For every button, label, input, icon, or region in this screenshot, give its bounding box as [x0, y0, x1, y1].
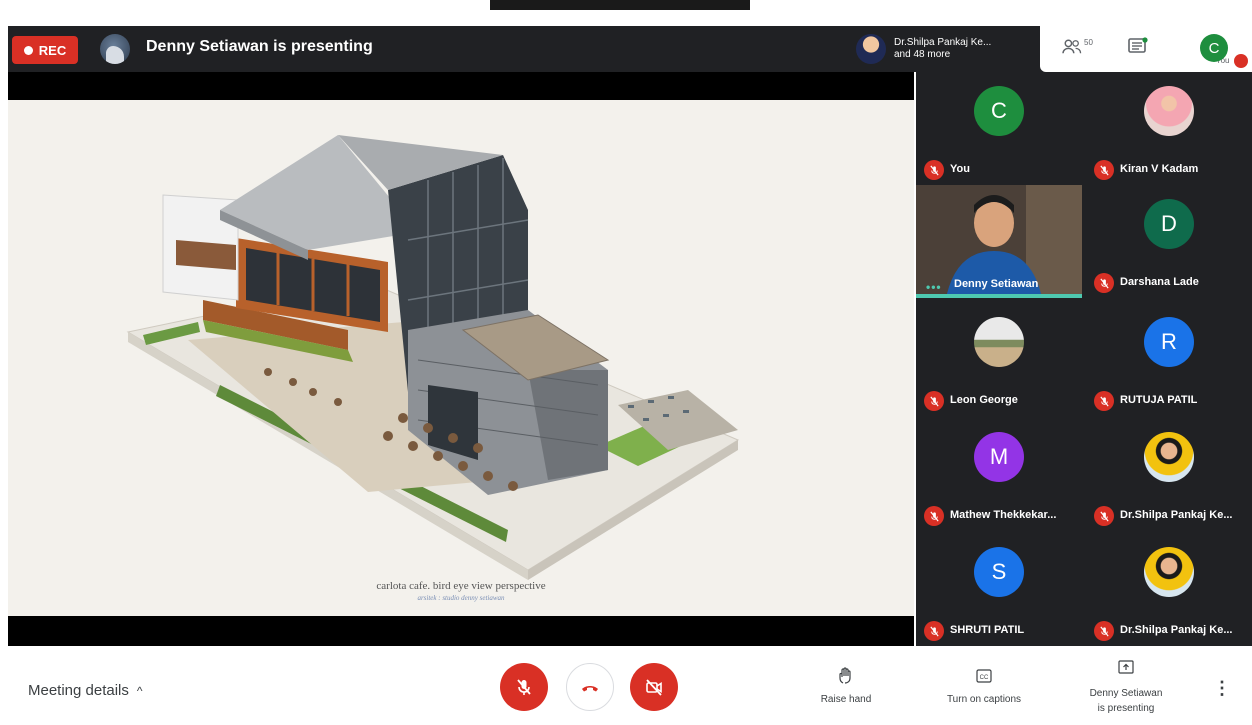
captions-icon: CC: [976, 669, 992, 683]
chevron-up-icon: ^: [136, 683, 143, 698]
rec-label: REC: [38, 42, 67, 58]
people-count: 50: [1084, 38, 1093, 47]
hang-up-icon: [582, 686, 598, 692]
other-participants-summary[interactable]: Dr.Shilpa Pankaj Ke... and 48 more: [852, 28, 1032, 70]
self-muted-icon: [1234, 54, 1248, 68]
captions-button[interactable]: CC Turn on captions: [934, 664, 1034, 705]
participant-avatar: M: [974, 432, 1024, 482]
person-photo-icon: [1144, 547, 1194, 597]
mic-off-icon: [1094, 391, 1114, 411]
participant-tile[interactable]: Leon George: [916, 303, 1082, 416]
landscape-photo-icon: [974, 317, 1024, 367]
presenter-title: Denny Setiawan is presenting: [146, 38, 373, 55]
mic-off-icon: [1094, 273, 1114, 293]
building-rendering: [126, 135, 740, 580]
mic-off-icon: [517, 679, 531, 695]
svg-text:CC: CC: [980, 675, 989, 681]
speaking-indicator-icon: •••: [926, 280, 942, 294]
top-notch: [490, 0, 750, 10]
people-icon[interactable]: [1060, 36, 1084, 58]
slide-caption: carlota cafe. bird eye view perspective: [376, 580, 546, 592]
present-screen-icon: [1118, 660, 1134, 674]
participants-grid: C You Kiran V Kadam ••• Denny Setiawan D…: [916, 72, 1252, 646]
chat-icon[interactable]: [1126, 36, 1150, 58]
mic-off-icon: [1094, 621, 1114, 641]
recording-badge: REC: [12, 36, 78, 64]
present-label-line1: Denny Setiawan: [1089, 688, 1163, 699]
mic-off-icon: [1094, 506, 1114, 526]
presentation-slide: carlota cafe. bird eye view perspective …: [8, 100, 914, 616]
captions-label: Turn on captions: [946, 694, 1022, 705]
meeting-details-button[interactable]: Meeting details ^: [28, 682, 143, 699]
participant-tile[interactable]: S SHRUTI PATIL: [916, 533, 1082, 646]
microphone-toggle-button[interactable]: [500, 663, 548, 711]
mic-off-icon: [924, 506, 944, 526]
participant-name: Leon George: [950, 394, 1018, 406]
leave-call-button[interactable]: [566, 663, 614, 711]
participant-avatar: R: [1144, 317, 1194, 367]
others-name: Dr.Shilpa Pankaj Ke...: [894, 37, 992, 48]
record-dot-icon: [23, 45, 33, 55]
self-avatar[interactable]: C: [1200, 34, 1228, 62]
participant-name: Kiran V Kadam: [1120, 163, 1199, 175]
participant-name: Dr.Shilpa Pankaj Ke...: [1120, 509, 1233, 521]
present-label-line2: is presenting: [1097, 703, 1155, 714]
person-photo-icon: [1144, 86, 1194, 136]
raise-hand-label: Raise hand: [820, 694, 872, 705]
participant-name: Darshana Lade: [1120, 276, 1199, 288]
top-right-controls: 50 You C: [1040, 26, 1252, 72]
camera-toggle-button[interactable]: [630, 663, 678, 711]
participant-tile[interactable]: C You: [916, 72, 1082, 185]
person-photo-icon: [1144, 432, 1194, 482]
participant-avatar: C: [974, 86, 1024, 136]
mic-off-icon: [924, 621, 944, 641]
more-options-icon[interactable]: ⋮: [1210, 674, 1234, 702]
present-button[interactable]: Denny Setiawan is presenting: [1076, 656, 1176, 716]
participant-tile[interactable]: Dr.Shilpa Pankaj Ke...: [1086, 533, 1252, 646]
presenter-avatar: [100, 34, 130, 64]
participant-name: RUTUJA PATIL: [1120, 394, 1198, 406]
meet-window: REC Denny Setiawan is presenting Dr.Shil…: [0, 0, 1252, 725]
participant-tile[interactable]: Kiran V Kadam: [1086, 72, 1252, 185]
participant-name: SHRUTI PATIL: [950, 624, 1025, 636]
participant-tile[interactable]: D Darshana Lade: [1086, 185, 1252, 298]
participant-name: Denny Setiawan: [954, 278, 1039, 290]
raise-hand-button[interactable]: Raise hand: [796, 664, 896, 705]
camera-off-icon: [646, 679, 662, 696]
participant-video-tile[interactable]: ••• Denny Setiawan: [916, 185, 1082, 298]
slide-credit: arsitek : studio denny setiawan: [417, 594, 505, 602]
mic-off-icon: [924, 160, 944, 180]
mic-off-icon: [924, 391, 944, 411]
bottom-toolbar: Meeting details ^ Raise hand CC Turn on …: [0, 646, 1252, 725]
participant-avatar: S: [974, 547, 1024, 597]
participant-avatar: [856, 34, 886, 64]
hand-icon: [839, 667, 851, 684]
participant-tile[interactable]: Dr.Shilpa Pankaj Ke...: [1086, 418, 1252, 531]
participant-name: Mathew Thekkekar...: [950, 509, 1057, 521]
participant-tile[interactable]: R RUTUJA PATIL: [1086, 303, 1252, 416]
mic-off-icon: [1094, 160, 1114, 180]
participant-tile[interactable]: M Mathew Thekkekar...: [916, 418, 1082, 531]
participant-name: Dr.Shilpa Pankaj Ke...: [1120, 624, 1233, 636]
others-count: and 48 more: [894, 49, 951, 60]
meeting-details-label: Meeting details: [28, 682, 129, 699]
participant-avatar: D: [1144, 199, 1194, 249]
presentation-stage: carlota cafe. bird eye view perspective …: [8, 72, 914, 646]
participant-name: You: [950, 163, 970, 175]
